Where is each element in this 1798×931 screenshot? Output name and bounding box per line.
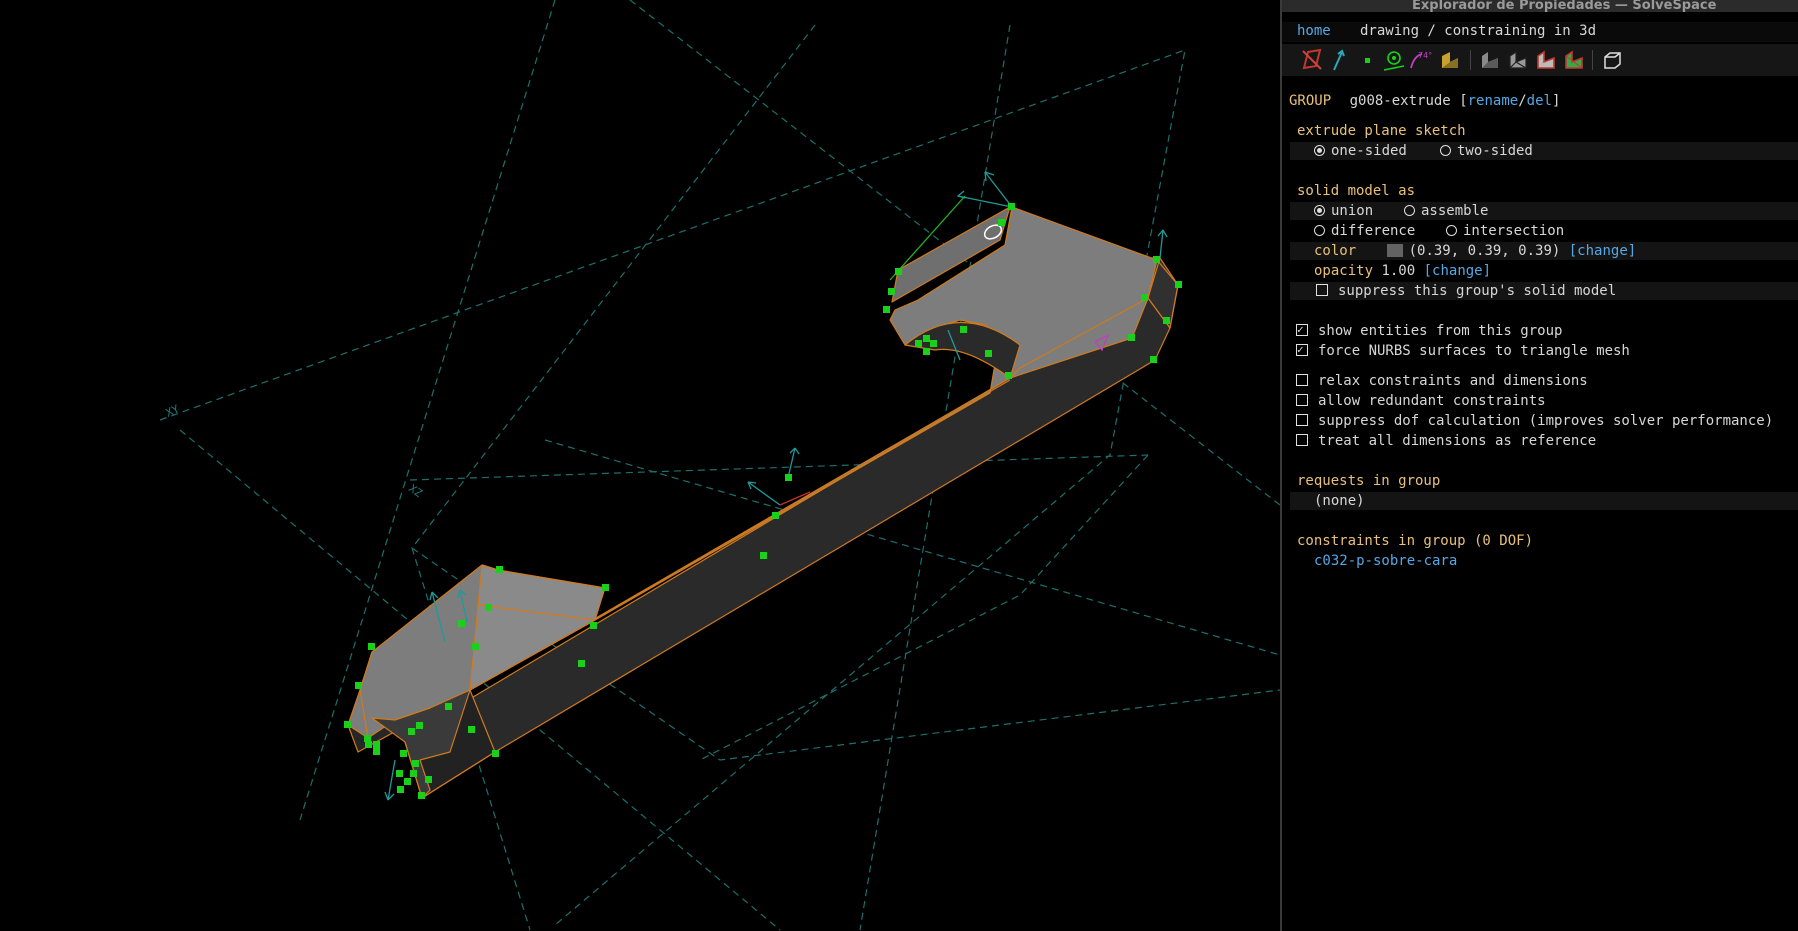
show-workplanes-icon[interactable] (1300, 48, 1324, 72)
extrude-options-row: one-sided two-sided (1290, 142, 1798, 160)
allow-redundant-row[interactable]: allow redundant constraints (1290, 392, 1798, 410)
one-sided-radio[interactable] (1314, 145, 1325, 156)
rename-link[interactable]: rename (1468, 93, 1519, 109)
show-entities-label: show entities from this group (1318, 323, 1563, 339)
solid-options-row-2: difference intersection (1290, 222, 1798, 240)
solid-top-face (347, 206, 1158, 739)
solid-model-heading: solid model as (1297, 183, 1416, 199)
opacity-value: 1.00 (1381, 263, 1416, 279)
breadcrumb-path: drawing / constraining in 3d (1360, 23, 1597, 39)
one-sided-label: one-sided (1331, 143, 1407, 159)
group-name: g008-extrude (1349, 93, 1451, 109)
union-label: union (1331, 203, 1374, 219)
plane-label-xz: XZ (406, 482, 425, 500)
suppress-solid-checkbox[interactable] (1316, 284, 1328, 296)
opacity-change-link[interactable]: [change] (1424, 263, 1491, 279)
group-header: GROUP g008-extrude [rename/del] (1289, 92, 1560, 110)
color-value: (0.39, 0.39, 0.39) (1408, 243, 1561, 259)
two-sided-label: two-sided (1457, 143, 1533, 159)
show-construction-icon[interactable] (1382, 48, 1406, 72)
bracket-close: ] (1551, 93, 1561, 109)
intersection-label: intersection (1463, 223, 1565, 239)
suppress-solid-row[interactable]: suppress this group's solid model (1290, 282, 1798, 300)
workplane-outlines (159, 0, 1280, 931)
show-hidden-lines-icon[interactable] (1600, 48, 1624, 72)
window-title: Explorador de Propiedades — SolveSpace (1282, 0, 1798, 12)
display-toolbar: 74° (1282, 44, 1798, 76)
angle-badge: 74° (1418, 51, 1432, 60)
bracket-open: [ (1459, 93, 1468, 109)
requests-heading: requests in group (1297, 473, 1441, 489)
delete-link[interactable]: del (1527, 93, 1552, 109)
group-label: GROUP (1289, 93, 1332, 109)
union-option[interactable]: union (1314, 202, 1373, 220)
constraints-list: c032-p-sobre-cara (1290, 552, 1798, 570)
suppress-dof-checkbox[interactable] (1296, 414, 1308, 426)
two-sided-radio[interactable] (1440, 145, 1451, 156)
show-shaded-icon[interactable] (1478, 48, 1502, 72)
color-change-link[interactable]: [change] (1569, 243, 1636, 259)
intersection-option[interactable]: intersection (1446, 222, 1564, 240)
toolbar-divider (1470, 50, 1471, 70)
show-normals-icon[interactable] (1328, 48, 1352, 72)
force-nurbs-row[interactable]: force NURBS surfaces to triangle mesh (1290, 341, 1798, 360)
assemble-radio[interactable] (1404, 205, 1415, 216)
requests-none: (none) (1314, 493, 1365, 509)
assemble-option[interactable]: assemble (1404, 202, 1488, 220)
opacity-label: opacity (1314, 263, 1374, 279)
difference-radio[interactable] (1314, 225, 1325, 236)
show-faces-icon[interactable] (1438, 48, 1462, 72)
two-sided-option[interactable]: two-sided (1440, 142, 1533, 160)
treat-reference-row[interactable]: treat all dimensions as reference (1290, 432, 1798, 450)
allow-redundant-checkbox[interactable] (1296, 394, 1308, 406)
show-entities-checkbox[interactable] (1296, 321, 1308, 339)
difference-label: difference (1331, 223, 1416, 239)
constraint-item[interactable]: c032-p-sobre-cara (1314, 552, 1457, 570)
property-browser: Explorador de Propiedades — SolveSpace h… (1280, 0, 1798, 931)
color-label: color (1314, 243, 1357, 259)
suppress-dof-label: suppress dof calculation (improves solve… (1318, 413, 1774, 429)
solid-side-face (467, 297, 1171, 753)
suppress-dof-row[interactable]: suppress dof calculation (improves solve… (1290, 412, 1798, 430)
home-link[interactable]: home (1297, 22, 1331, 40)
slash: / (1518, 93, 1527, 109)
show-points-icon[interactable] (1356, 48, 1380, 72)
show-edges-icon[interactable] (1506, 48, 1530, 72)
relax-checkbox[interactable] (1296, 374, 1308, 386)
requests-list: (none) (1290, 492, 1798, 510)
solid-options-row-1: union assemble (1290, 202, 1798, 220)
relax-label: relax constraints and dimensions (1318, 373, 1588, 389)
opacity-row: opacity 1.00 [change] (1290, 262, 1798, 280)
one-sided-option[interactable]: one-sided (1314, 142, 1407, 160)
suppress-solid-label: suppress this group's solid model (1338, 283, 1617, 299)
breadcrumb: home drawing / constraining in 3d (1282, 22, 1798, 42)
extrude-heading: extrude plane sketch (1297, 123, 1466, 139)
union-radio[interactable] (1314, 205, 1325, 216)
color-row: color (0.39, 0.39, 0.39) [change] (1290, 242, 1798, 260)
show-mesh-icon[interactable] (1562, 48, 1586, 72)
force-nurbs-checkbox[interactable] (1296, 341, 1308, 359)
toolbar-divider (1592, 50, 1593, 70)
constraints-heading: constraints in group (0 DOF) (1297, 533, 1534, 549)
treat-reference-checkbox[interactable] (1296, 434, 1308, 446)
intersection-radio[interactable] (1446, 225, 1457, 236)
plane-label-xy: XY (164, 402, 182, 420)
allow-redundant-label: allow redundant constraints (1318, 393, 1546, 409)
relax-row[interactable]: relax constraints and dimensions (1290, 372, 1798, 390)
force-nurbs-label: force NURBS surfaces to triangle mesh (1318, 343, 1630, 359)
show-entities-row[interactable]: show entities from this group (1290, 321, 1798, 340)
treat-reference-label: treat all dimensions as reference (1318, 433, 1597, 449)
show-constraints-icon[interactable]: 74° (1408, 48, 1432, 72)
color-swatch[interactable] (1386, 244, 1403, 257)
assemble-label: assemble (1421, 203, 1489, 219)
3d-viewport[interactable]: XY XZ (0, 0, 1280, 931)
difference-option[interactable]: difference (1314, 222, 1415, 240)
show-outlines-icon[interactable] (1534, 48, 1558, 72)
